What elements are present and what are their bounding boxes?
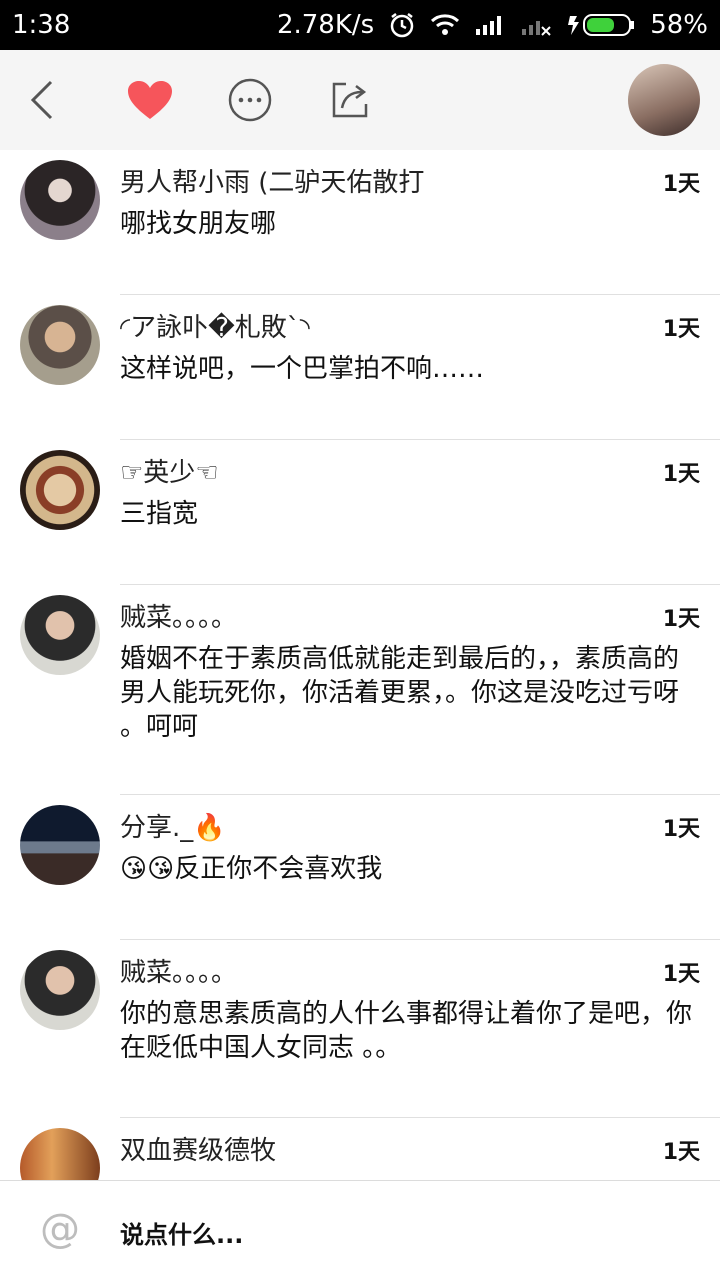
avatar[interactable] xyxy=(20,450,100,530)
more-icon xyxy=(228,78,272,122)
comment-item: 贼菜。。。。 1天 婚姻不在于素质高低就能走到最后的，，素质高的男人能玩死你，你… xyxy=(0,585,720,795)
alarm-icon xyxy=(388,11,416,39)
comment-item: ☞英少☜ 1天 三指宽 xyxy=(0,440,720,585)
avatar[interactable] xyxy=(20,805,100,885)
comment-text: 三指宽 xyxy=(120,499,199,529)
comment-item: 贼菜。。。。 1天 你的意思素质高的人什么事都得让着你了是吧，你在贬低中国人女同… xyxy=(0,940,720,1118)
comment-time: 1天 xyxy=(662,317,700,342)
comment-text: 哪找女朋友哪 xyxy=(120,209,277,239)
avatar[interactable] xyxy=(20,950,100,1030)
comment-list[interactable]: 男人帮小雨 (二驴天佑散打 1天 哪找女朋友哪 ◜ア詠卟�札敗ˋ◝ 1天 这样说… xyxy=(0,150,720,1180)
comment-item: 男人帮小雨 (二驴天佑散打 1天 哪找女朋友哪 xyxy=(0,150,720,295)
comment-input[interactable]: 说点什么... xyxy=(120,1215,243,1250)
net-speed: 2.78K/s xyxy=(276,10,375,40)
avatar[interactable] xyxy=(20,305,100,385)
comment-text: 你的意思素质高的人什么事都得让着你了是吧，你在贬低中国人女同志 。。 xyxy=(120,999,693,1063)
author-avatar[interactable] xyxy=(628,64,700,136)
comment-author[interactable]: ☞英少☜ xyxy=(120,452,219,489)
heart-icon xyxy=(128,81,172,119)
mention-icon[interactable]: @ xyxy=(38,1207,82,1251)
back-icon xyxy=(30,80,53,120)
comment-time: 1天 xyxy=(662,607,700,632)
top-toolbar xyxy=(0,50,720,150)
comment-input-bar[interactable]: @ 说点什么... xyxy=(0,1180,720,1280)
comment-item: 分享._🔥 1天 😘😘反正你不会喜欢我 xyxy=(0,795,720,940)
share-button[interactable] xyxy=(320,70,380,130)
share-icon xyxy=(332,82,368,118)
comment-time: 1天 xyxy=(662,817,700,842)
comment-time: 1天 xyxy=(662,1140,700,1165)
comment-item: 双血赛级德牧 1天 xyxy=(0,1118,720,1180)
battery-percent: 58% xyxy=(650,10,708,40)
back-button[interactable] xyxy=(12,70,72,130)
like-button[interactable] xyxy=(120,70,180,130)
comment-author[interactable]: 贼菜。。。。 xyxy=(120,952,237,989)
more-button[interactable] xyxy=(220,70,280,130)
signal-icon xyxy=(474,13,506,37)
comment-item: ◜ア詠卟�札敗ˋ◝ 1天 这样说吧，一个巴掌拍不响…… xyxy=(0,295,720,440)
comment-author[interactable]: 贼菜。。。。 xyxy=(120,597,237,634)
wifi-icon xyxy=(430,13,460,37)
comment-author[interactable]: 分享._🔥 xyxy=(120,807,226,844)
avatar[interactable] xyxy=(20,1128,100,1180)
avatar[interactable] xyxy=(20,160,100,240)
comment-time: 1天 xyxy=(662,462,700,487)
comment-author[interactable]: 双血赛级德牧 xyxy=(120,1130,276,1167)
comment-time: 1天 xyxy=(662,172,700,197)
status-indicators: 2.78K/s 58% xyxy=(277,10,708,40)
comment-text: 😘😘反正你不会喜欢我 xyxy=(120,854,383,884)
comment-time: 1天 xyxy=(662,962,700,987)
status-bar: 1:38 2.78K/s 58% xyxy=(0,0,720,50)
battery-icon xyxy=(566,12,636,38)
comment-text: 婚姻不在于素质高低就能走到最后的，，素质高的男人能玩死你，你活着更累，。你这是没… xyxy=(120,644,680,742)
comment-author[interactable]: ◜ア詠卟�札敗ˋ◝ xyxy=(120,307,310,344)
signal-x-icon xyxy=(520,13,552,37)
comment-author[interactable]: 男人帮小雨 (二驴天佑散打 xyxy=(120,162,424,199)
status-time: 1:38 xyxy=(12,10,71,40)
comment-text: 这样说吧，一个巴掌拍不响…… xyxy=(120,354,485,384)
avatar[interactable] xyxy=(20,595,100,675)
